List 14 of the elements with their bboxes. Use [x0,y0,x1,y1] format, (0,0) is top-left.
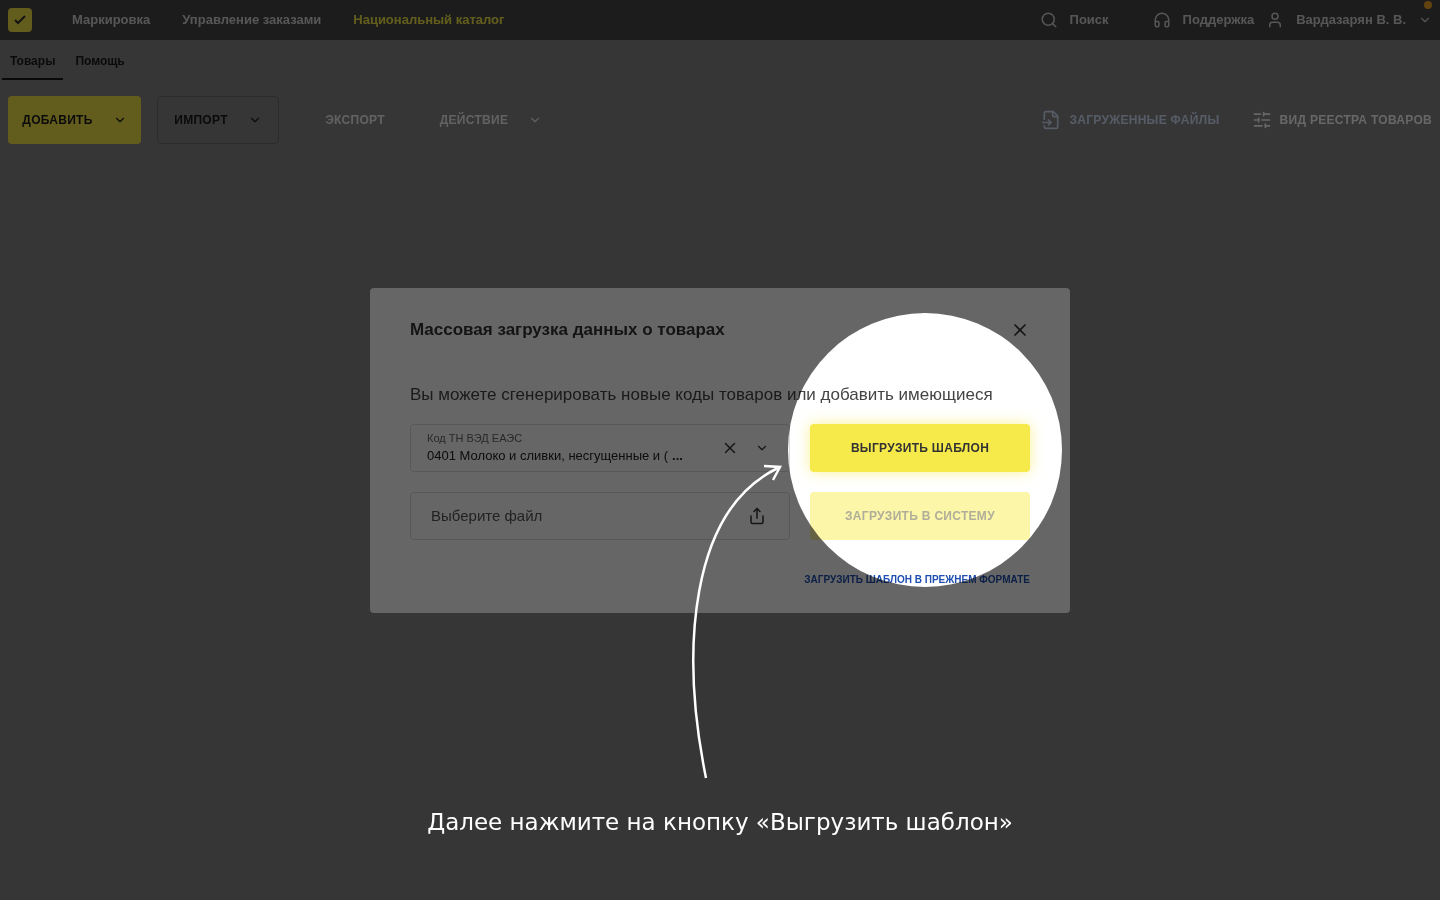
upload-icon[interactable] [748,506,766,525]
nav-link[interactable]: Национальный каталог [353,10,505,30]
dialog-title: Массовая загрузка данных о товарах [410,319,725,342]
field-label: Код ТН ВЭД ЕАЭС [427,430,524,446]
search-icon[interactable] [1039,11,1058,29]
headset-icon[interactable] [1152,11,1171,29]
code-select-field[interactable]: Код ТН ВЭД ЕАЭС 0401 Молоко и сливки, несгущенные и ( ... [410,423,790,472]
dialog-button[interactable]: ВЫГРУЗИТЬ ШАБЛОН [810,423,1030,472]
field-value: 0401 Молоко и сливки, несгущенные и ( [427,447,669,465]
tutorial-caption: Далее нажмите на кнопку «Выгрузить шаблон» [427,808,1013,837]
toolbar-button[interactable]: ДОБАВИТЬ [8,96,141,144]
more-text: ... [672,447,683,465]
file-field[interactable]: Выберите файл [410,491,790,540]
logo-icon[interactable] [8,8,32,32]
